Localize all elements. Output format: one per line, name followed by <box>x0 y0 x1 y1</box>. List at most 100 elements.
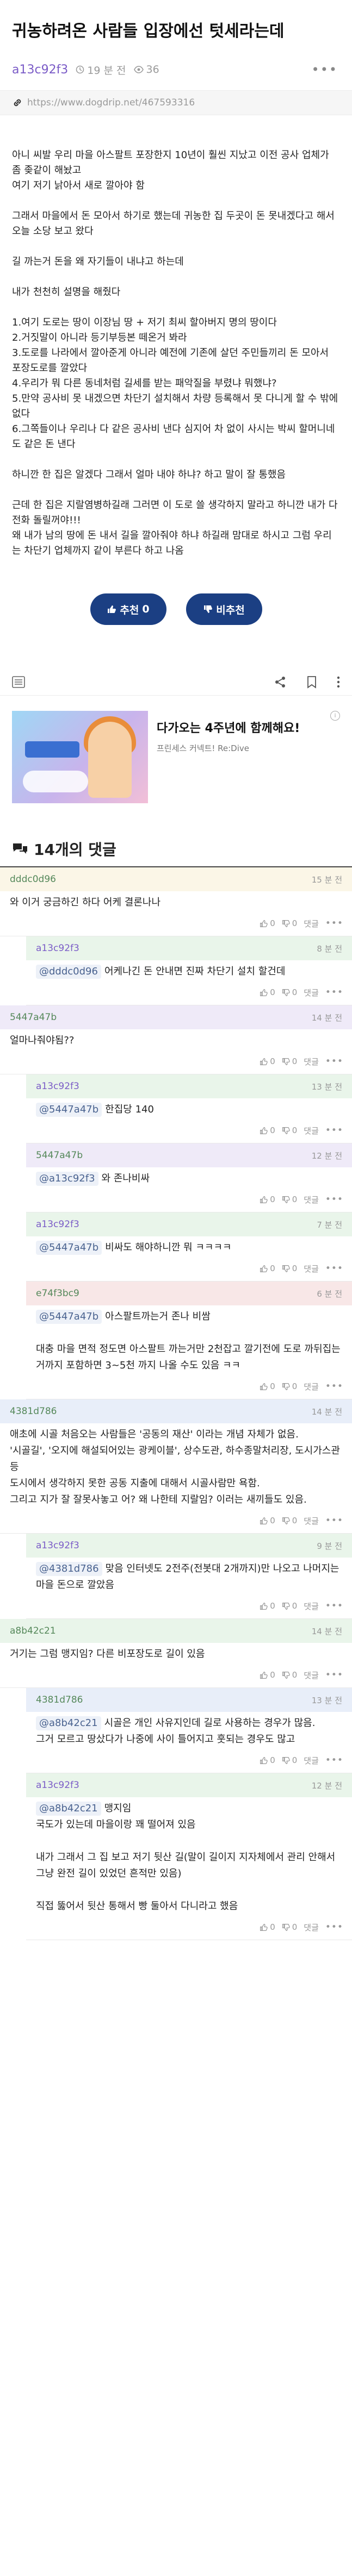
comment-reply-button[interactable]: 댓글 <box>304 1056 319 1067</box>
comment-reply-button[interactable]: 댓글 <box>304 1922 319 1933</box>
comment-reply-button[interactable]: 댓글 <box>304 918 319 929</box>
comment-author[interactable]: 4381d786 <box>10 1406 57 1417</box>
comment-reply-button[interactable]: 댓글 <box>304 1125 319 1136</box>
thumbs-up-icon <box>260 1196 268 1203</box>
comment-author[interactable]: a13c92f3 <box>36 1540 79 1551</box>
comment-more-button[interactable]: ••• <box>325 1600 343 1611</box>
comment-upvote-button[interactable]: 0 <box>260 1755 275 1765</box>
comments-header: 14개의 댓글 <box>0 838 352 867</box>
comment-downvote-button[interactable]: 0 <box>282 1195 297 1204</box>
comment-downvote-button[interactable]: 0 <box>282 987 297 997</box>
comment-reply-button[interactable]: 댓글 <box>304 1600 319 1612</box>
comment-downvote-button[interactable]: 0 <box>282 1601 297 1611</box>
comment-time: 6 분 전 <box>317 1289 342 1299</box>
comment-upvote-button[interactable]: 0 <box>260 1922 275 1932</box>
comment-author[interactable]: a8b42c21 <box>10 1625 56 1636</box>
upvote-button[interactable]: 추천 0 <box>90 593 166 625</box>
comment-mention[interactable]: @5447a47b <box>36 1241 102 1255</box>
comment-footer: 0 0 댓글 ••• <box>26 1374 352 1399</box>
post-title: 귀농하려온 사람들 입장에선 텃세라는데 <box>12 22 285 41</box>
vertical-dots-icon <box>337 676 340 687</box>
comment-more-button[interactable]: ••• <box>325 1381 343 1392</box>
comment-reply-button[interactable]: 댓글 <box>304 1515 319 1527</box>
comment-more-button[interactable]: ••• <box>325 1922 343 1933</box>
comment-author[interactable]: 5447a47b <box>10 1012 57 1023</box>
post-paragraph <box>12 239 340 254</box>
comment-author[interactable]: dddc0d96 <box>10 874 56 885</box>
comment-mention[interactable]: @a8b42c21 <box>36 1716 101 1730</box>
comment-author[interactable]: a13c92f3 <box>36 1081 79 1092</box>
ad-info-icon[interactable]: i <box>330 711 340 721</box>
comment-upvote-button[interactable]: 0 <box>260 918 275 928</box>
comment-more-button[interactable]: ••• <box>325 1670 343 1680</box>
comment-more-button[interactable]: ••• <box>325 1755 343 1766</box>
comment-upvote-button[interactable]: 0 <box>260 1126 275 1135</box>
thumbs-up-icon <box>260 1127 268 1134</box>
comment-upvote-button[interactable]: 0 <box>260 1195 275 1204</box>
thumbs-down-icon <box>282 1923 290 1931</box>
comment-more-button[interactable]: ••• <box>325 1263 343 1274</box>
comment-reply-button[interactable]: 댓글 <box>304 1263 319 1274</box>
thumbs-up-icon <box>260 1517 268 1524</box>
comment-upvote-button[interactable]: 0 <box>260 987 275 997</box>
post-author[interactable]: a13c92f3 <box>12 63 68 77</box>
comment-upvote-button[interactable]: 0 <box>260 1601 275 1611</box>
comment-downvote-button[interactable]: 0 <box>282 1755 297 1765</box>
comment-reply-button[interactable]: 댓글 <box>304 1755 319 1766</box>
downvote-button[interactable]: 비추천 <box>186 593 262 625</box>
ad-subtitle: 프린세스 커넥트! Re:Dive <box>157 743 250 753</box>
post-url[interactable]: https://www.dogdrip.net/467593316 <box>27 97 195 108</box>
comment-reply-button[interactable]: 댓글 <box>304 987 319 998</box>
thumbs-down-icon <box>282 1756 290 1764</box>
more-options-button[interactable]: ••• <box>312 62 340 77</box>
comment-upvote-button[interactable]: 0 <box>260 1381 275 1391</box>
comment-author[interactable]: 4381d786 <box>36 1695 83 1705</box>
comment-upvote-button[interactable]: 0 <box>260 1670 275 1680</box>
post-more-button[interactable] <box>337 676 340 689</box>
comment-footer: 0 0 댓글 ••• <box>0 1662 352 1687</box>
comment-upvote-button[interactable]: 0 <box>260 1264 275 1273</box>
comment-more-button[interactable]: ••• <box>325 1125 343 1136</box>
post-paragraph: 내가 천천히 설명을 해줬다 <box>12 286 121 298</box>
comment-header: a13c92f3 9 분 전 <box>26 1534 352 1558</box>
comment-upvote-button[interactable]: 0 <box>260 1056 275 1066</box>
comment-author[interactable]: a13c92f3 <box>36 1780 79 1791</box>
comment-mention[interactable]: @4381d786 <box>36 1562 102 1576</box>
comment-mention[interactable]: @5447a47b <box>36 1310 102 1324</box>
comment-author[interactable]: a13c92f3 <box>36 1219 79 1230</box>
comment-mention[interactable]: @a8b42c21 <box>36 1802 101 1816</box>
comment-author[interactable]: e74f3bc9 <box>36 1288 79 1299</box>
comment-more-button[interactable]: ••• <box>325 918 343 929</box>
comment-more-button[interactable]: ••• <box>325 1194 343 1205</box>
comment-author[interactable]: 5447a47b <box>36 1150 83 1161</box>
comment-mention[interactable]: @a13c92f3 <box>36 1172 98 1186</box>
thumbs-up-icon <box>108 605 116 613</box>
comment-item: dddc0d96 15 분 전와 이거 궁금하긴 하다 어케 결론나나 0 0 댓글 ••… <box>0 867 352 936</box>
comment-downvote-button[interactable]: 0 <box>282 1264 297 1273</box>
comment-downvote-button[interactable]: 0 <box>282 1056 297 1066</box>
comment-reply-button[interactable]: 댓글 <box>304 1670 319 1681</box>
comment-mention[interactable]: @5447a47b <box>36 1103 102 1117</box>
bookmark-button[interactable] <box>306 676 317 689</box>
comment-header: dddc0d96 15 분 전 <box>0 867 352 891</box>
comment-more-button[interactable]: ••• <box>325 1515 343 1526</box>
post-paragraph: 근데 한 집은 지랄염병하길래 그러면 이 도로 쓸 생각하지 말라고 하니깐 … <box>12 499 338 526</box>
ad-banner[interactable]: 다가오는 4주년에 함께해요! 프린세스 커넥트! Re:Dive i <box>12 711 340 803</box>
comment-downvote-button[interactable]: 0 <box>282 1516 297 1525</box>
comment-more-button[interactable]: ••• <box>325 1056 343 1067</box>
comment-downvote-button[interactable]: 0 <box>282 918 297 928</box>
comment-downvote-button[interactable]: 0 <box>282 1126 297 1135</box>
share-button[interactable] <box>274 676 287 689</box>
comment-upvote-button[interactable]: 0 <box>260 1516 275 1525</box>
comment-reply-button[interactable]: 댓글 <box>304 1194 319 1205</box>
comment-mention[interactable]: @dddc0d96 <box>36 965 101 979</box>
comment-text: 한집당 140 <box>105 1104 154 1115</box>
comment-downvote-button[interactable]: 0 <box>282 1670 297 1680</box>
comment-more-button[interactable]: ••• <box>325 987 343 998</box>
comment-reply-button[interactable]: 댓글 <box>304 1381 319 1392</box>
list-icon[interactable] <box>12 676 25 688</box>
comment-downvote-button[interactable]: 0 <box>282 1922 297 1932</box>
comment-downvote-button[interactable]: 0 <box>282 1381 297 1391</box>
comment-body: @5447a47b 아스팔트까는거 존나 비쌈 대충 마을 면적 정도면 아스팔트… <box>26 1305 352 1374</box>
comment-author[interactable]: a13c92f3 <box>36 943 79 954</box>
